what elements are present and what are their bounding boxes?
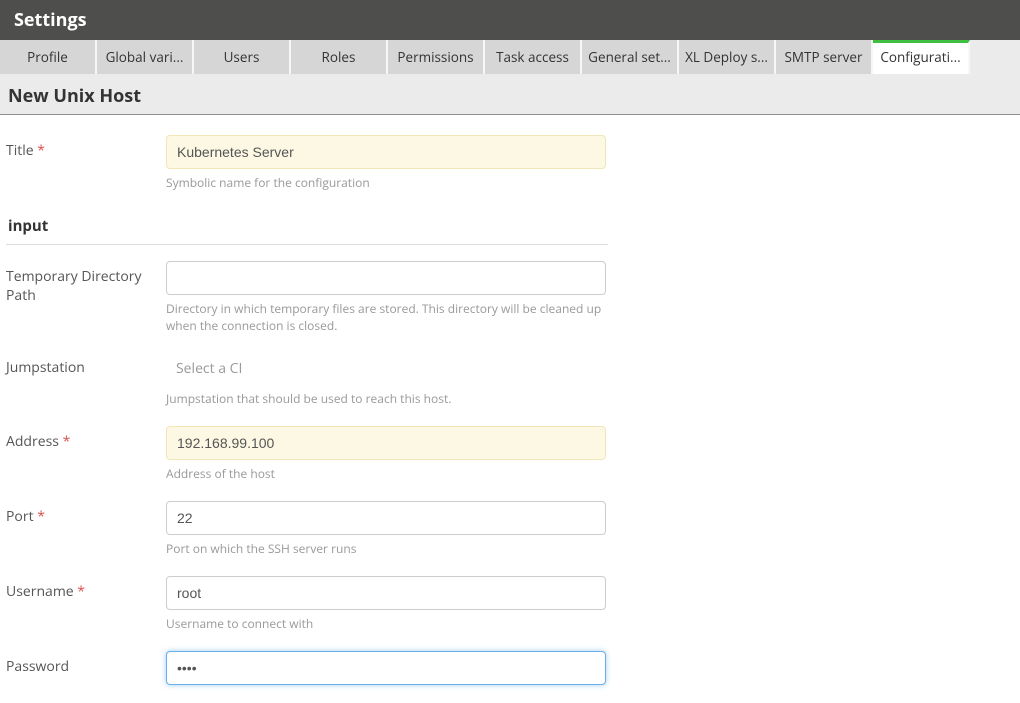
help-port: Port on which the SSH server runs [166, 541, 606, 558]
row-tmpdir: Temporary Directory Path Directory in wh… [6, 261, 610, 335]
label-title: Title * [6, 135, 166, 160]
row-address: Address * Address of the host [6, 426, 610, 483]
tabs-bar: Profile Global vari... Users Roles Permi… [0, 40, 1020, 74]
help-address: Address of the host [166, 466, 606, 483]
tmpdir-input[interactable] [166, 261, 606, 295]
title-input[interactable] [166, 135, 606, 169]
header-title: Settings [14, 8, 1006, 32]
tab-configuration[interactable]: Configurati... [873, 40, 970, 74]
tab-general-settings[interactable]: General set... [582, 40, 679, 74]
jumpstation-select[interactable]: Select a CI [166, 352, 606, 385]
label-username-text: Username [6, 582, 74, 601]
control-username: Username to connect with [166, 576, 610, 633]
control-tmpdir: Directory in which temporary files are s… [166, 261, 610, 335]
label-title-text: Title [6, 141, 34, 160]
address-input[interactable] [166, 426, 606, 460]
label-port: Port * [6, 501, 166, 526]
row-port: Port * Port on which the SSH server runs [6, 501, 610, 558]
help-username: Username to connect with [166, 616, 606, 633]
label-port-text: Port [6, 507, 34, 526]
label-jumpstation: Jumpstation [6, 352, 166, 377]
tab-permissions[interactable]: Permissions [388, 40, 485, 74]
tab-users[interactable]: Users [194, 40, 291, 74]
required-star-icon: * [37, 507, 45, 526]
required-star-icon: * [77, 582, 85, 601]
control-title: Symbolic name for the configuration [166, 135, 610, 192]
label-address: Address * [6, 426, 166, 451]
required-star-icon: * [37, 141, 45, 160]
page-subheader: New Unix Host [0, 74, 1020, 115]
tab-xl-deploy[interactable]: XL Deploy s... [679, 40, 776, 74]
section-input: input [6, 210, 608, 245]
tab-roles[interactable]: Roles [291, 40, 388, 74]
label-username: Username * [6, 576, 166, 601]
label-tmpdir: Temporary Directory Path [6, 261, 166, 305]
port-input[interactable] [166, 501, 606, 535]
control-jumpstation: Select a CI Jumpstation that should be u… [166, 352, 610, 408]
help-title: Symbolic name for the configuration [166, 175, 606, 192]
tab-profile[interactable]: Profile [0, 40, 97, 74]
row-username: Username * Username to connect with [6, 576, 610, 633]
tab-global-variables[interactable]: Global vari... [97, 40, 194, 74]
tab-smtp-server[interactable]: SMTP server [776, 40, 873, 74]
control-port: Port on which the SSH server runs [166, 501, 610, 558]
tab-task-access[interactable]: Task access [485, 40, 582, 74]
control-address: Address of the host [166, 426, 610, 483]
help-tmpdir: Directory in which temporary files are s… [166, 301, 606, 335]
password-input[interactable] [166, 651, 606, 685]
form-area: Title * Symbolic name for the configurat… [0, 115, 610, 685]
control-password [166, 651, 610, 685]
page-title: New Unix Host [8, 84, 1008, 108]
row-password: Password [6, 651, 610, 685]
label-address-text: Address [6, 432, 59, 451]
label-password: Password [6, 651, 166, 676]
row-jumpstation: Jumpstation Select a CI Jumpstation that… [6, 352, 610, 408]
app-header: Settings [0, 0, 1020, 40]
required-star-icon: * [63, 432, 71, 451]
help-jumpstation: Jumpstation that should be used to reach… [166, 391, 606, 408]
row-title: Title * Symbolic name for the configurat… [6, 135, 610, 192]
